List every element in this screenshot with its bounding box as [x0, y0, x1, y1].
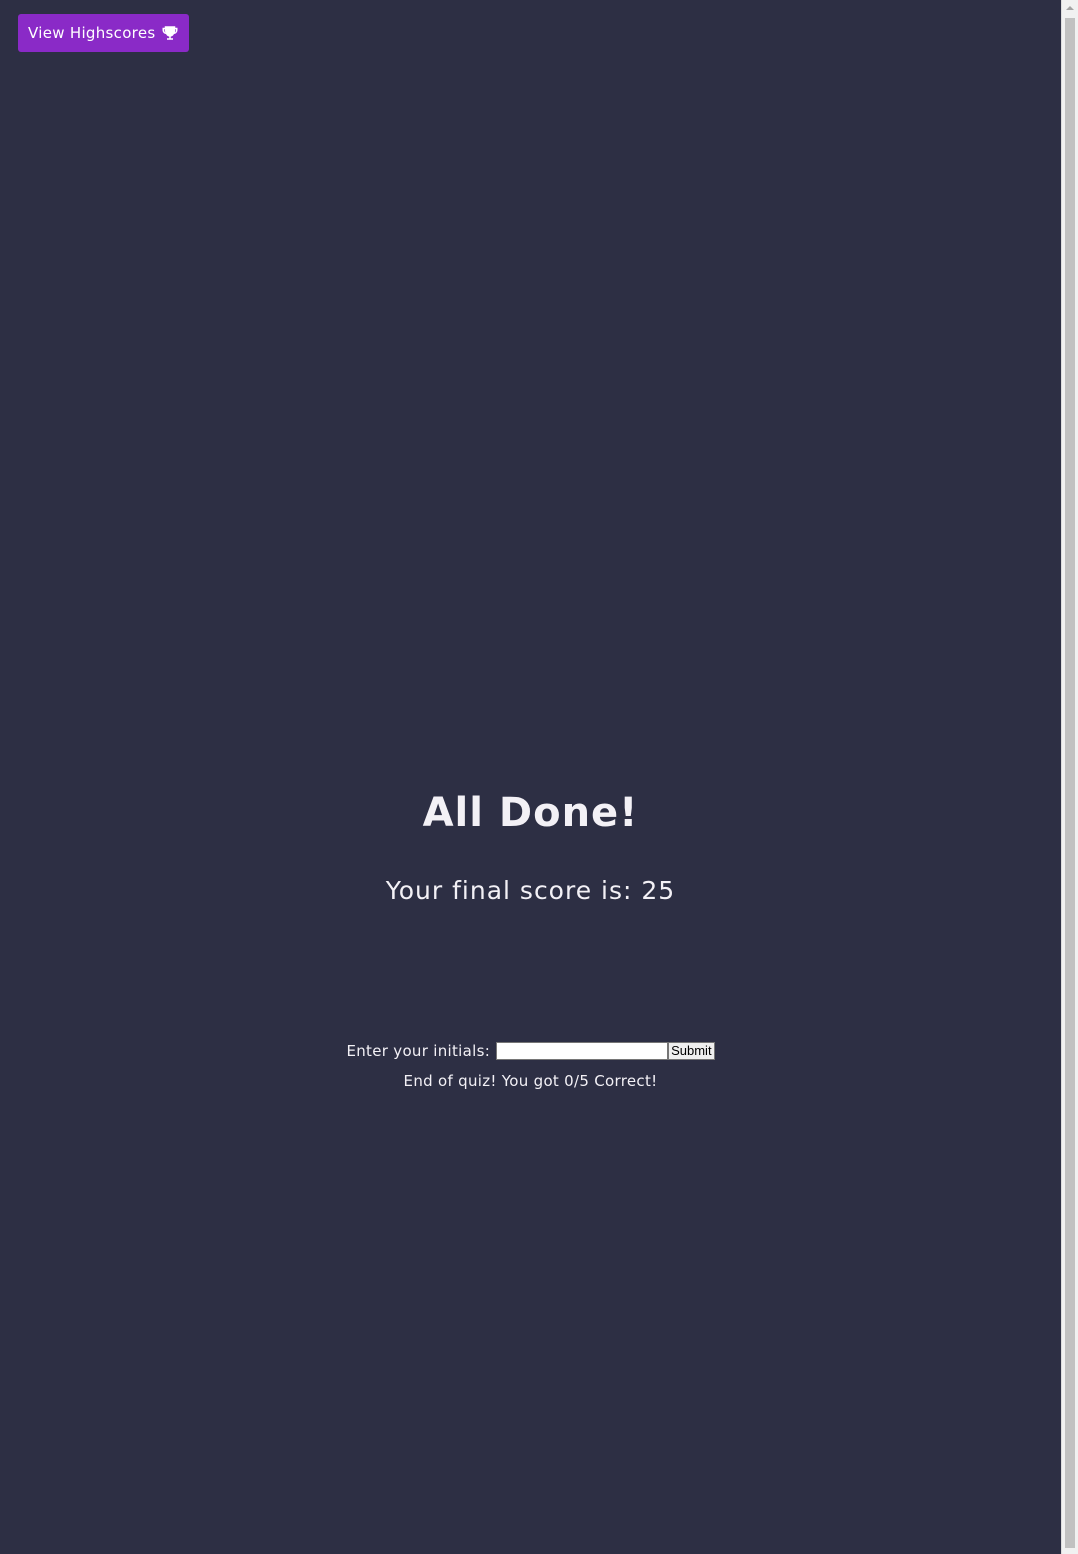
initials-label: Enter your initials: — [346, 1042, 491, 1060]
all-done-heading: All Done! — [422, 790, 639, 836]
scrollbar-thumb[interactable] — [1065, 18, 1075, 1548]
quiz-viewport: View Highscores All Done! Your final sco… — [0, 0, 1061, 1554]
vertical-scrollbar[interactable] — [1061, 0, 1078, 1554]
quiz-result-message: End of quiz! You got 0/5 Correct! — [403, 1072, 658, 1090]
trophy-icon — [162, 26, 178, 40]
scroll-up-arrow-icon[interactable] — [1062, 0, 1078, 16]
submit-button[interactable]: Submit — [668, 1042, 715, 1060]
view-highscores-button[interactable]: View Highscores — [18, 14, 190, 52]
final-score-text: Your final score is: 25 — [385, 876, 676, 905]
page: View Highscores All Done! Your final sco… — [0, 0, 1078, 1554]
view-highscores-label: View Highscores — [28, 24, 156, 42]
initials-input[interactable] — [496, 1042, 669, 1060]
initials-form: Enter your initials: Submit — [0, 1042, 1061, 1060]
